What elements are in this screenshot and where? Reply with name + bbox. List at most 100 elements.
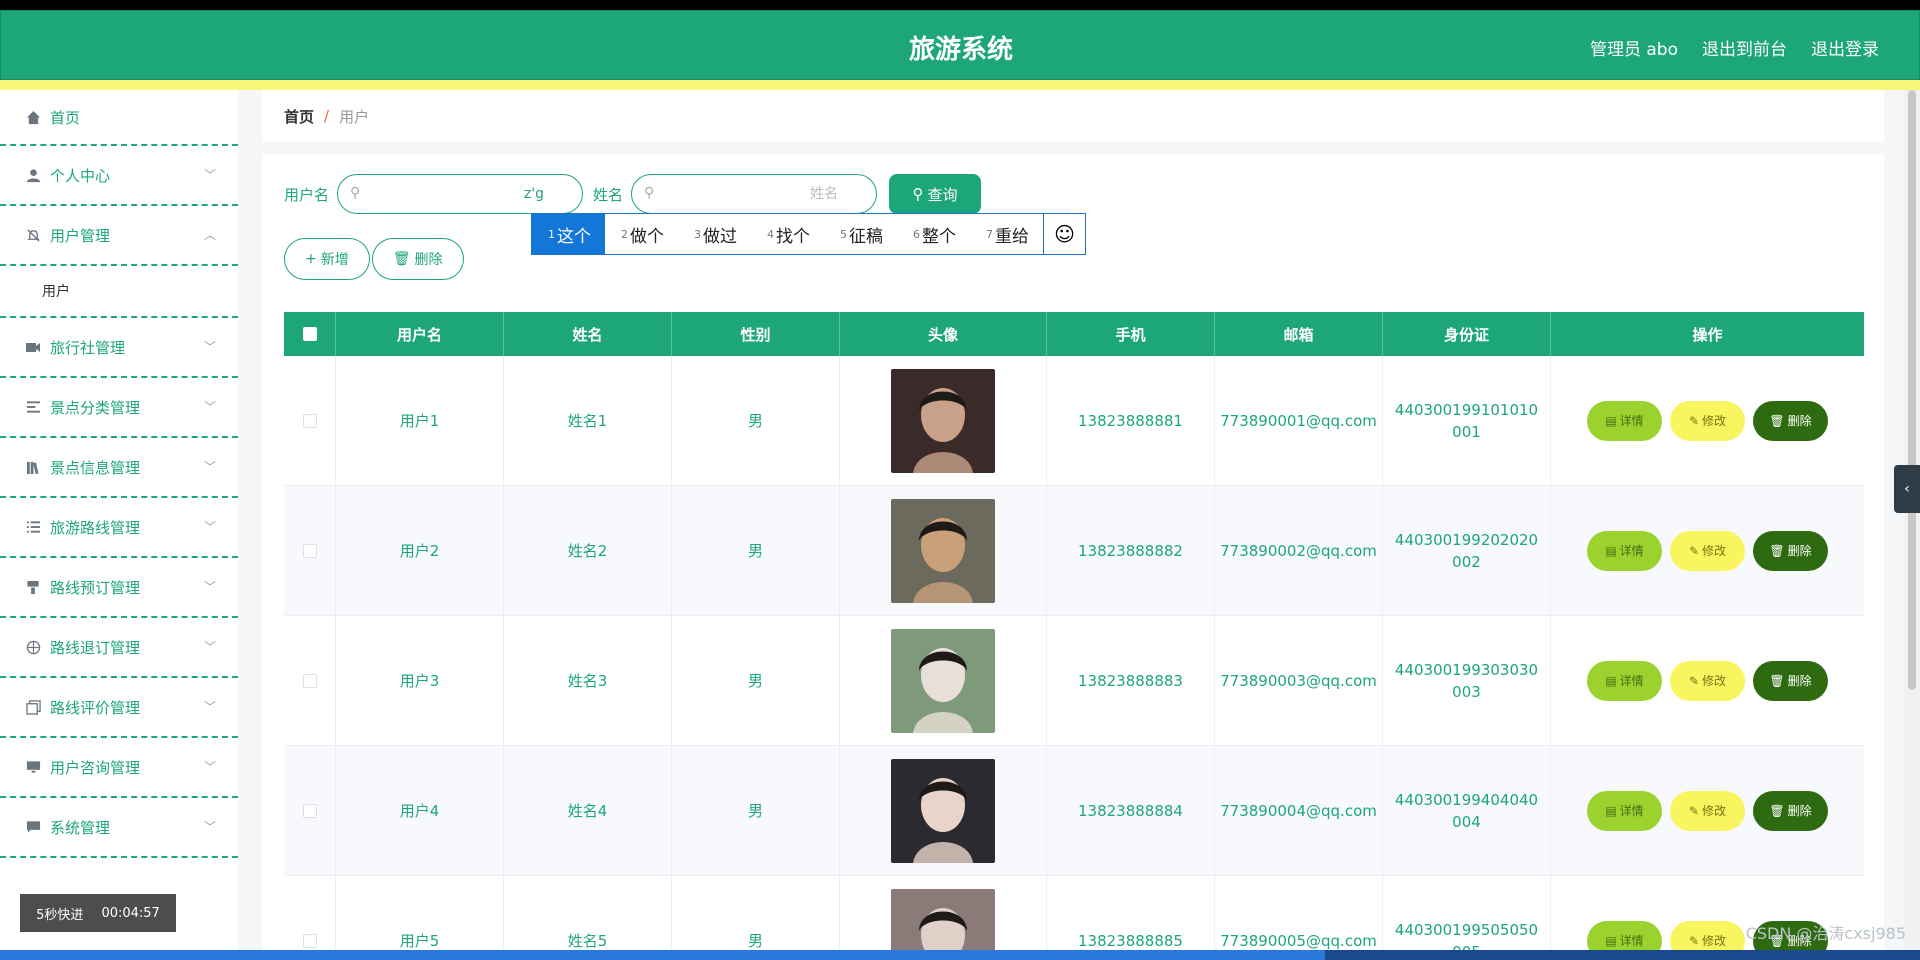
video-progress-bar[interactable] [0,950,1920,960]
ime-candidate[interactable]: 5 征稿 [824,214,897,254]
sidebar-item-route-refund[interactable]: 路线退订管理 ﹀ [0,618,238,678]
sidebar-item-route-review[interactable]: 路线评价管理 ﹀ [0,678,238,738]
ime-candidate[interactable]: 7 重给 [970,214,1043,254]
name-cell: 姓名5 [504,876,672,950]
detail-button[interactable]: ▤ 详情 [1587,920,1662,950]
sidebar-item-travel-routes[interactable]: 旅游路线管理 ﹀ [0,498,238,558]
emoji-icon[interactable]: ☺ [1043,214,1085,254]
sidebar-item-label: 路线退订管理 [50,638,141,657]
trash-icon: 🗑 [1769,413,1785,428]
row-checkbox[interactable] [302,933,317,948]
edit-button[interactable]: ✎ 修改 [1670,790,1745,831]
avatar[interactable] [891,628,995,733]
video-fastforward-badge: 5秒快进 00:04:57 [20,894,176,932]
chevron-down-icon: ﹀ [203,168,216,182]
gender-cell: 男 [672,876,840,950]
row-checkbox[interactable] [302,543,317,558]
delete-button[interactable]: 🗑 删除 [1753,790,1828,831]
query-button[interactable]: ⚲ 查询 [889,174,982,214]
ime-candidate-number: 6 [913,227,920,241]
sidebar-item-home[interactable]: 首页 [0,90,238,146]
chevron-down-icon: ﹀ [203,340,216,354]
name-input[interactable] [668,181,839,207]
row-checkbox-cell [284,356,336,485]
search-icon: ⚲ [644,185,655,201]
detail-button[interactable]: ▤ 详情 [1587,790,1662,831]
id-card-cell: 440300199303030003 [1383,616,1551,745]
sidebar-item-scenic-info[interactable]: 景点信息管理 ﹀ [0,438,238,498]
detail-button[interactable]: ▤ 详情 [1587,530,1662,571]
column-header: 姓名 [504,312,672,356]
video-progress-fill [0,950,1325,960]
avatar[interactable] [891,368,995,473]
admin-user-link[interactable]: 管理员 abo [1590,35,1678,60]
row-checkbox[interactable] [302,803,317,818]
vertical-scrollbar[interactable] [1904,90,1920,950]
batch-delete-button[interactable]: 🗑 删除 [371,238,464,280]
scrollbar-thumb[interactable] [1908,90,1916,690]
sidebar-item-user-management[interactable]: 用户管理 ︿ [0,206,238,266]
ime-candidate[interactable]: 1 这个 [532,214,605,254]
ime-candidate-number: 3 [694,227,701,241]
trash-icon: 🗑 [1769,543,1785,558]
sidebar-item-route-booking[interactable]: 路线预订管理 ﹀ [0,558,238,618]
edit-button[interactable]: ✎ 修改 [1670,400,1745,441]
document-icon: ▤ [1605,413,1617,428]
ime-candidate[interactable]: 4 找个 [751,214,824,254]
sidebar-item-system[interactable]: 系统管理 ﹀ [0,798,238,858]
collapse-panel-button[interactable]: ‹ [1894,465,1920,513]
delete-button[interactable]: 🗑 删除 [1753,530,1828,571]
sidebar-item-travel-agency[interactable]: 旅行社管理 ﹀ [0,318,238,378]
column-header: 邮箱 [1215,312,1383,356]
sidebar-item-label: 系统管理 [50,818,111,837]
breadcrumb-home[interactable]: 首页 [284,106,314,127]
delete-button[interactable]: 🗑 删除 [1753,660,1828,701]
avatar[interactable] [891,888,995,950]
header-accent-stripe [0,80,1920,90]
username-label: 用户名 [284,185,330,204]
brush-icon [24,578,42,596]
edit-button[interactable]: ✎ 修改 [1670,920,1745,950]
row-checkbox-cell [284,486,336,615]
phone-cell: 13823888882 [1047,486,1215,615]
chevron-left-icon: ‹ [1904,481,1910,497]
username-input[interactable] [374,181,545,207]
row-checkbox[interactable] [302,413,317,428]
sidebar-item-user-consult[interactable]: 用户咨询管理 ﹀ [0,738,238,798]
edit-button[interactable]: ✎ 修改 [1670,530,1745,571]
avatar[interactable] [891,498,995,603]
select-all-checkbox[interactable] [302,327,317,341]
name-label: 姓名 [593,185,624,204]
sidebar-item-scenic-category[interactable]: 景点分类管理 ﹀ [0,378,238,438]
sidebar-item-personal-center[interactable]: 个人中心 ﹀ [0,146,238,206]
operations-cell: ▤ 详情 ✎ 修改 🗑 删除 [1551,746,1864,875]
ime-candidate[interactable]: 2 做个 [605,214,678,254]
ime-candidate-number: 1 [548,227,555,241]
avatar-cell [840,486,1047,615]
exit-to-frontend-link[interactable]: 退出到前台 [1702,35,1787,60]
column-header: 性别 [672,312,840,356]
add-button[interactable]: + 新增 [284,238,370,280]
row-checkbox[interactable] [302,673,317,688]
avatar-cell [840,616,1047,745]
username-cell: 用户4 [336,746,504,875]
sidebar-item-label: 首页 [50,108,81,127]
ime-candidate[interactable]: 6 整个 [897,214,970,254]
detail-button[interactable]: ▤ 详情 [1587,660,1662,701]
username-cell: 用户2 [336,486,504,615]
avatar[interactable] [891,758,995,863]
ime-candidate-number: 7 [986,227,993,241]
sidebar-subitem-users[interactable]: 用户 [0,266,238,318]
column-header: 手机 [1047,312,1215,356]
detail-button[interactable]: ▤ 详情 [1587,400,1662,441]
edit-button[interactable]: ✎ 修改 [1670,660,1745,701]
ime-candidate[interactable]: 3 做过 [678,214,751,254]
username-cell: 用户5 [336,876,504,950]
delete-button[interactable]: 🗑 删除 [1753,400,1828,441]
copy-icon [24,698,42,716]
logout-link[interactable]: 退出登录 [1811,35,1879,60]
search-form: 用户名 ⚲ 姓名 ⚲ ⚲ 查询 [284,174,982,214]
ime-candidate-text: 找个 [776,226,810,247]
camera-icon [24,338,42,356]
name-cell: 姓名4 [504,746,672,875]
